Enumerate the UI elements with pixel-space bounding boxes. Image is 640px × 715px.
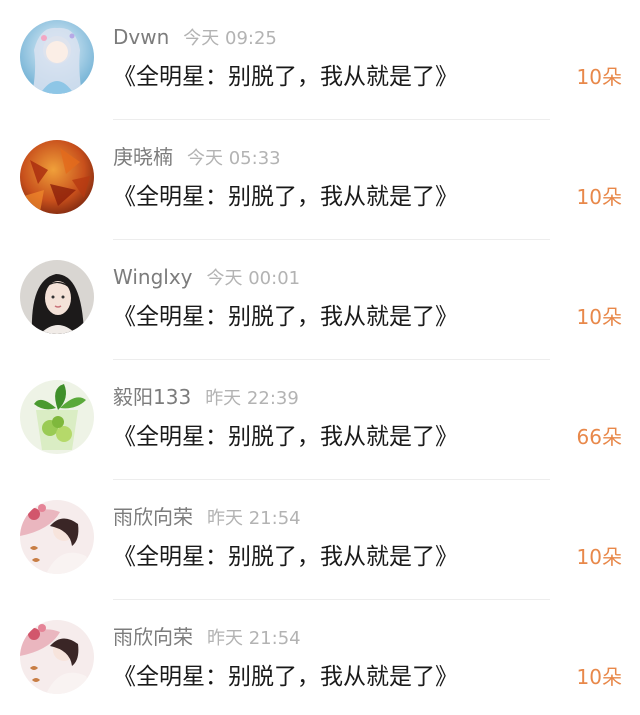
flower-count: 10朵 xyxy=(576,305,622,329)
list-item[interactable]: 庚晓楠 今天 05:33 《全明星：别脱了，我从就是了》 10朵 xyxy=(0,120,640,240)
timestamp: 昨天 21:54 xyxy=(207,628,301,649)
username[interactable]: Dvwn xyxy=(113,25,169,49)
work-title[interactable]: 《全明星：别脱了，我从就是了》 xyxy=(113,540,458,574)
flower-count: 10朵 xyxy=(576,665,622,689)
timestamp: 今天 09:25 xyxy=(183,28,277,49)
timestamp: 今天 05:33 xyxy=(187,148,281,169)
work-title[interactable]: 《全明星：别脱了，我从就是了》 xyxy=(113,420,458,454)
username[interactable]: 庚晓楠 xyxy=(113,145,173,169)
item-meta: 庚晓楠 今天 05:33 xyxy=(113,142,281,172)
work-title[interactable]: 《全明星：别脱了，我从就是了》 xyxy=(113,180,458,214)
list-item[interactable]: Winglxy 今天 00:01 《全明星：别脱了，我从就是了》 10朵 xyxy=(0,240,640,360)
timestamp: 昨天 21:54 xyxy=(207,508,301,529)
username[interactable]: Winglxy xyxy=(113,265,193,289)
work-title[interactable]: 《全明星：别脱了，我从就是了》 xyxy=(113,660,458,694)
avatar[interactable] xyxy=(20,500,94,574)
gift-record-list: Dvwn 今天 09:25 《全明星：别脱了，我从就是了》 10朵 庚晓楠 今天… xyxy=(0,0,640,715)
username[interactable]: 毅阳133 xyxy=(113,385,191,409)
avatar[interactable] xyxy=(20,140,94,214)
flower-count: 10朵 xyxy=(576,65,622,89)
flower-count: 10朵 xyxy=(576,545,622,569)
timestamp: 今天 00:01 xyxy=(206,268,301,289)
list-item[interactable]: 雨欣向荣 昨天 21:54 《全明星：别脱了，我从就是了》 10朵 xyxy=(0,480,640,600)
item-meta: Dvwn 今天 09:25 xyxy=(113,22,277,52)
list-item[interactable]: 雨欣向荣 昨天 21:54 《全明星：别脱了，我从就是了》 10朵 xyxy=(0,600,640,715)
work-title[interactable]: 《全明星：别脱了，我从就是了》 xyxy=(113,60,458,94)
work-title[interactable]: 《全明星：别脱了，我从就是了》 xyxy=(113,300,458,334)
item-meta: 雨欣向荣 昨天 21:54 xyxy=(113,502,301,532)
list-item[interactable]: Dvwn 今天 09:25 《全明星：别脱了，我从就是了》 10朵 xyxy=(0,0,640,120)
avatar[interactable] xyxy=(20,20,94,94)
item-meta: Winglxy 今天 00:01 xyxy=(113,262,300,292)
avatar[interactable] xyxy=(20,380,94,454)
list-item[interactable]: 毅阳133 昨天 22:39 《全明星：别脱了，我从就是了》 66朵 xyxy=(0,360,640,480)
flower-count: 10朵 xyxy=(576,185,622,209)
item-meta: 雨欣向荣 昨天 21:54 xyxy=(113,622,301,652)
item-meta: 毅阳133 昨天 22:39 xyxy=(113,382,299,412)
timestamp: 昨天 22:39 xyxy=(205,388,299,409)
flower-count: 66朵 xyxy=(576,425,622,449)
username[interactable]: 雨欣向荣 xyxy=(113,625,193,649)
avatar[interactable] xyxy=(20,260,94,334)
username[interactable]: 雨欣向荣 xyxy=(113,505,193,529)
avatar[interactable] xyxy=(20,620,94,694)
